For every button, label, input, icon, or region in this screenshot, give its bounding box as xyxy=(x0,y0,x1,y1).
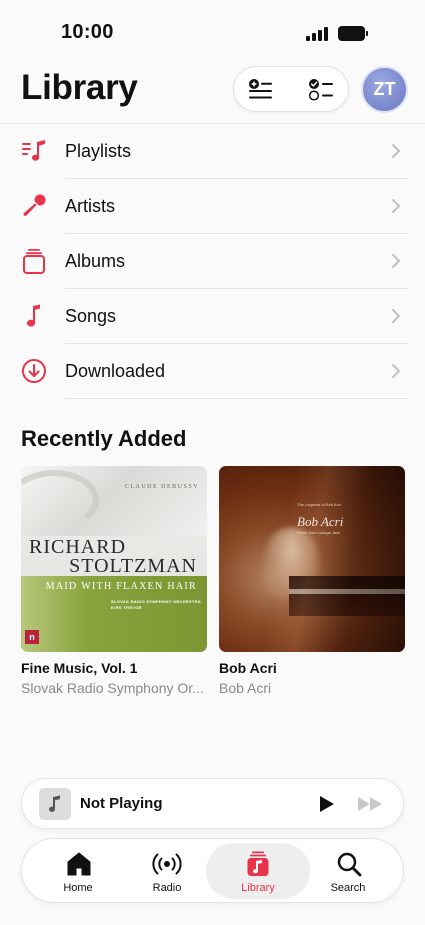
tab-label: Search xyxy=(330,882,366,894)
album-artist: Bob Acri xyxy=(219,680,272,696)
menu-item-label: Albums xyxy=(65,251,126,271)
chevron-right-icon xyxy=(392,254,400,268)
menu-item-label: Artists xyxy=(65,196,116,216)
menu-item-songs[interactable]: Songs xyxy=(0,289,425,344)
tab-label: Home xyxy=(63,882,93,894)
radio-icon xyxy=(152,853,182,875)
library-screen: 10:00 Library ZT Playlists Artists Album… xyxy=(0,0,425,925)
menu-item-downloaded[interactable]: Downloaded xyxy=(0,344,425,399)
header-action-group xyxy=(233,66,349,112)
library-menu: Playlists Artists Albums Songs Downloade… xyxy=(0,124,425,399)
menu-item-albums[interactable]: Albums xyxy=(0,234,425,289)
add-to-list-button[interactable] xyxy=(244,74,276,106)
album-card[interactable]: CLAUDE DEBUSSY RICHARD STOLTZMAN MAID WI… xyxy=(21,466,207,696)
music-note-icon xyxy=(27,304,40,327)
play-button[interactable] xyxy=(316,794,338,814)
add-list-icon xyxy=(249,79,272,99)
menu-item-artists[interactable]: Artists xyxy=(0,179,425,234)
next-track-button[interactable] xyxy=(356,794,386,814)
menu-item-playlists[interactable]: Playlists xyxy=(0,124,425,179)
music-note-icon xyxy=(49,795,60,812)
home-icon xyxy=(67,852,91,876)
tab-label: Library xyxy=(241,882,275,894)
status-time: 10:00 xyxy=(61,21,114,43)
section-title: Recently Added xyxy=(21,426,187,451)
divider xyxy=(65,398,408,399)
label-logo: n xyxy=(25,630,39,644)
avatar[interactable]: ZT xyxy=(361,66,408,113)
now-playing-title: Not Playing xyxy=(80,795,163,812)
playlist-icon xyxy=(22,140,45,161)
tab-bar: Home Radio Library Search xyxy=(21,838,404,903)
search-icon xyxy=(337,852,362,877)
album-title: Fine Music, Vol. 1 xyxy=(21,660,138,676)
now-playing-artwork xyxy=(39,788,71,820)
status-bar: 10:00 xyxy=(0,0,425,60)
album-card[interactable]: The Legends of Bob Acri Bob Acri Piano S… xyxy=(219,466,405,696)
chevron-right-icon xyxy=(392,364,400,378)
mini-player[interactable]: Not Playing xyxy=(21,778,404,829)
tab-library[interactable]: Library xyxy=(206,843,310,899)
album-artwork: CLAUDE DEBUSSY RICHARD STOLTZMAN MAID WI… xyxy=(21,466,207,652)
tab-radio[interactable]: Radio xyxy=(122,843,212,899)
menu-item-label: Songs xyxy=(65,306,117,326)
menu-item-label: Playlists xyxy=(65,141,132,161)
album-title: Bob Acri xyxy=(219,660,277,676)
album-artist: Slovak Radio Symphony Or... xyxy=(21,680,204,696)
album-stack-icon xyxy=(23,249,45,274)
download-circle-icon xyxy=(22,359,46,383)
checklist-icon xyxy=(308,79,333,101)
tab-search[interactable]: Search xyxy=(303,843,393,899)
tab-home[interactable]: Home xyxy=(33,843,123,899)
cellular-signal-icon xyxy=(306,27,330,41)
microphone-icon xyxy=(23,194,46,216)
menu-item-label: Downloaded xyxy=(65,361,166,381)
select-list-button[interactable] xyxy=(305,74,337,106)
tab-label: Radio xyxy=(152,882,182,894)
library-icon xyxy=(247,851,269,876)
chevron-right-icon xyxy=(392,144,400,158)
chevron-right-icon xyxy=(392,309,400,323)
chevron-right-icon xyxy=(392,199,400,213)
battery-icon xyxy=(338,26,369,41)
album-artwork: The Legends of Bob Acri Bob Acri Piano S… xyxy=(219,466,405,652)
page-title: Library xyxy=(21,68,138,107)
